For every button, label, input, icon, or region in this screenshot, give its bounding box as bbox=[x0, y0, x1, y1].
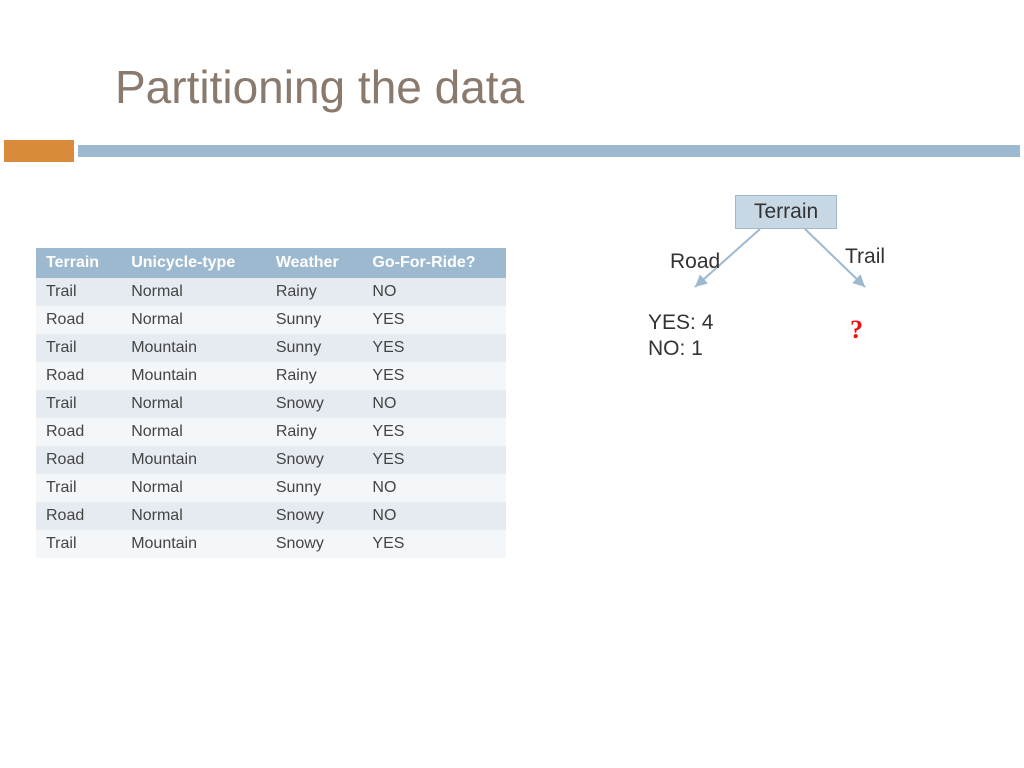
table-cell: Normal bbox=[121, 418, 266, 446]
table-cell: YES bbox=[362, 530, 506, 558]
table-cell: YES bbox=[362, 362, 506, 390]
table-header-row: Terrain Unicycle-type Weather Go-For-Rid… bbox=[36, 248, 506, 278]
col-header: Weather bbox=[266, 248, 363, 278]
col-header: Terrain bbox=[36, 248, 121, 278]
leaf-left: YES: 4 NO: 1 bbox=[648, 310, 713, 363]
table-cell: Rainy bbox=[266, 362, 363, 390]
table-cell: Road bbox=[36, 362, 121, 390]
table-cell: Road bbox=[36, 446, 121, 474]
edge-label-left: Road bbox=[670, 250, 720, 274]
table-cell: YES bbox=[362, 334, 506, 362]
decision-tree: Terrain Road Trail YES: 4 NO: 1 ? bbox=[640, 195, 980, 395]
table-row: TrailNormalRainyNO bbox=[36, 278, 506, 306]
table-cell: Sunny bbox=[266, 474, 363, 502]
table-row: TrailMountainSunnyYES bbox=[36, 334, 506, 362]
table-cell: Snowy bbox=[266, 502, 363, 530]
slide-title: Partitioning the data bbox=[115, 60, 524, 114]
table-cell: NO bbox=[362, 278, 506, 306]
leaf-left-line2: NO: 1 bbox=[648, 337, 703, 360]
table-cell: Normal bbox=[121, 306, 266, 334]
table-cell: Road bbox=[36, 502, 121, 530]
table-cell: Trail bbox=[36, 334, 121, 362]
table-cell: Normal bbox=[121, 390, 266, 418]
table-cell: Sunny bbox=[266, 334, 363, 362]
table-row: TrailNormalSnowyNO bbox=[36, 390, 506, 418]
table-row: RoadNormalSnowyNO bbox=[36, 502, 506, 530]
table-cell: Snowy bbox=[266, 446, 363, 474]
table-cell: Sunny bbox=[266, 306, 363, 334]
table-cell: Normal bbox=[121, 474, 266, 502]
table-cell: YES bbox=[362, 446, 506, 474]
table-cell: Mountain bbox=[121, 362, 266, 390]
table-cell: NO bbox=[362, 390, 506, 418]
table-row: RoadNormalRainyYES bbox=[36, 418, 506, 446]
accent-block bbox=[4, 140, 74, 162]
table-cell: Mountain bbox=[121, 334, 266, 362]
leaf-right: ? bbox=[850, 315, 863, 345]
table-cell: Normal bbox=[121, 502, 266, 530]
col-header: Go-For-Ride? bbox=[362, 248, 506, 278]
table-cell: Normal bbox=[121, 278, 266, 306]
table-cell: Rainy bbox=[266, 278, 363, 306]
table-cell: Mountain bbox=[121, 530, 266, 558]
edge-label-right: Trail bbox=[845, 245, 885, 269]
table-cell: Trail bbox=[36, 474, 121, 502]
table-row: RoadMountainSnowyYES bbox=[36, 446, 506, 474]
table-row: RoadNormalSunnyYES bbox=[36, 306, 506, 334]
table-row: TrailNormalSunnyNO bbox=[36, 474, 506, 502]
table-cell: Rainy bbox=[266, 418, 363, 446]
table-cell: Snowy bbox=[266, 530, 363, 558]
table-cell: Trail bbox=[36, 278, 121, 306]
leaf-left-line1: YES: 4 bbox=[648, 311, 713, 334]
table-cell: Trail bbox=[36, 390, 121, 418]
col-header: Unicycle-type bbox=[121, 248, 266, 278]
table-cell: YES bbox=[362, 418, 506, 446]
table-cell: NO bbox=[362, 502, 506, 530]
table-row: TrailMountainSnowyYES bbox=[36, 530, 506, 558]
table-row: RoadMountainRainyYES bbox=[36, 362, 506, 390]
tree-root: Terrain bbox=[735, 195, 837, 229]
table-cell: Road bbox=[36, 306, 121, 334]
divider-bar bbox=[78, 145, 1020, 157]
table-cell: Mountain bbox=[121, 446, 266, 474]
data-table: Terrain Unicycle-type Weather Go-For-Rid… bbox=[36, 248, 506, 558]
table-cell: Snowy bbox=[266, 390, 363, 418]
table-cell: Road bbox=[36, 418, 121, 446]
table-cell: YES bbox=[362, 306, 506, 334]
table-cell: NO bbox=[362, 474, 506, 502]
table-cell: Trail bbox=[36, 530, 121, 558]
